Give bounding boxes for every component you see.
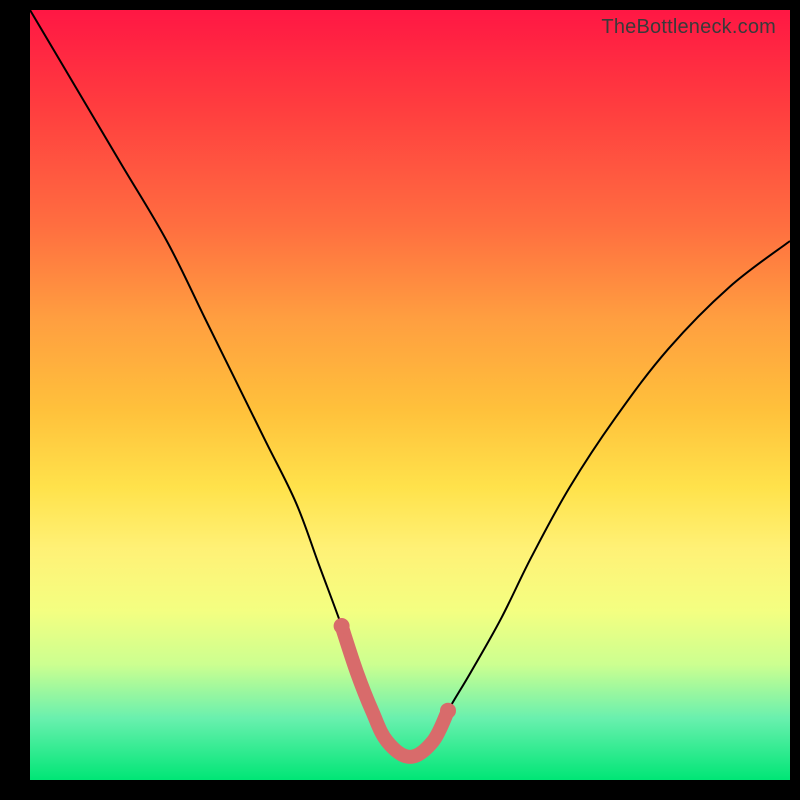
valley-highlight bbox=[342, 626, 448, 757]
chart-plot-area: TheBottleneck.com bbox=[30, 10, 790, 780]
chart-stage: TheBottleneck.com bbox=[0, 0, 800, 800]
valley-end-dot bbox=[334, 618, 350, 634]
bottleneck-curve bbox=[30, 10, 790, 757]
valley-end-dot bbox=[440, 703, 456, 719]
chart-svg bbox=[30, 10, 790, 780]
